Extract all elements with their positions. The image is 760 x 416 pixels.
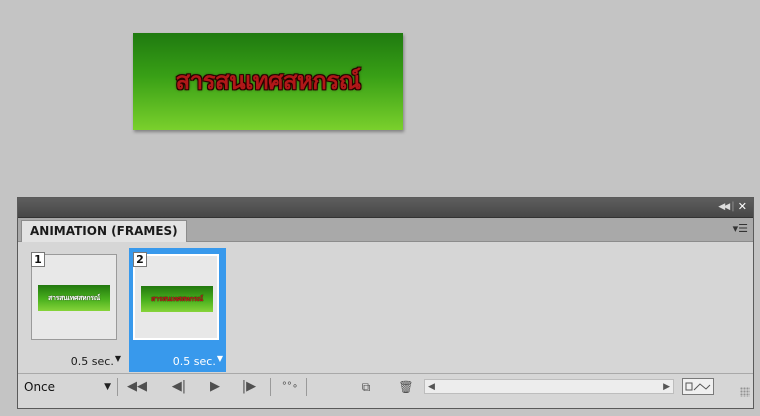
frame-delay-value[interactable]: 0.5 sec. — [173, 355, 216, 368]
play-icon[interactable]: ▶ — [207, 378, 223, 396]
frames-scrollbar[interactable]: ◀ ▶ — [424, 379, 674, 394]
scroll-left-icon[interactable]: ◀ — [428, 380, 435, 394]
duplicate-frame-icon[interactable]: ⧉ — [358, 378, 374, 396]
toolbar-divider — [117, 378, 118, 396]
frames-area: สารสนเทศสหกรณ์ 1 0.5 sec. ▼ สารสนเทศสหกร… — [18, 242, 753, 373]
frame-delay[interactable]: 0.5 sec. ▼ — [173, 354, 223, 368]
delay-dropdown-icon[interactable]: ▼ — [217, 354, 223, 363]
thumbnail-banner: สารสนเทศสหกรณ์ — [141, 286, 213, 312]
collapse-panel-icon[interactable]: ◀◀ — [718, 202, 730, 212]
panel-tab-row: ANIMATION (FRAMES) ▾☰ — [18, 218, 753, 242]
loop-options-select[interactable]: Once ▼ — [22, 377, 117, 397]
frame-delay-value[interactable]: 0.5 sec. — [71, 355, 114, 368]
banner-text: สารสนเทศสหกรณ์ — [175, 67, 361, 95]
thumbnail-text: สารสนเทศสหกรณ์ — [48, 293, 100, 302]
titlebar-controls: ◀◀ | ✕ — [718, 200, 747, 213]
frame-2[interactable]: สารสนเทศสหกรณ์ 2 0.5 sec. ▼ — [129, 248, 226, 372]
frame-number: 2 — [133, 252, 147, 267]
animation-panel: ◀◀ | ✕ ANIMATION (FRAMES) ▾☰ สารสนเทศสหก… — [17, 197, 754, 409]
thumbnail-banner: สารสนเทศสหกรณ์ — [38, 285, 110, 311]
next-frame-icon[interactable]: |▶ — [238, 378, 260, 396]
delete-frame-icon[interactable]: 🗑 — [398, 378, 414, 396]
chevron-down-icon[interactable]: ▼ — [104, 377, 111, 397]
timeline-glyph-icon — [685, 382, 711, 391]
scroll-right-icon[interactable]: ▶ — [663, 380, 670, 394]
resize-grip-icon[interactable] — [740, 387, 750, 397]
first-frame-icon[interactable]: ◀◀ — [126, 378, 148, 396]
delay-dropdown-icon[interactable]: ▼ — [115, 354, 121, 363]
tween-icon[interactable]: °°∘ — [278, 378, 302, 396]
panel-titlebar[interactable]: ◀◀ | ✕ — [18, 198, 753, 218]
panel-menu-icon[interactable]: ▾☰ — [733, 223, 748, 234]
animation-toolbar: Once ▼ ◀◀ ◀| ▶ |▶ °°∘ ⧉ 🗑 ◀ ▶ — [18, 373, 753, 400]
toolbar-divider — [306, 378, 307, 396]
frame-1[interactable]: สารสนเทศสหกรณ์ 1 0.5 sec. ▼ — [27, 248, 124, 372]
previous-frame-icon[interactable]: ◀| — [168, 378, 190, 396]
convert-to-timeline-icon[interactable] — [682, 378, 714, 395]
thumbnail-text: สารสนเทศสหกรณ์ — [151, 294, 203, 303]
loop-option-value[interactable]: Once — [24, 380, 55, 394]
frame-delay[interactable]: 0.5 sec. ▼ — [71, 354, 121, 368]
banner-layer: สารสนเทศสหกรณ์ — [133, 33, 403, 130]
toolbar-divider — [270, 378, 271, 396]
tab-animation-frames[interactable]: ANIMATION (FRAMES) — [21, 220, 187, 242]
frame-number: 1 — [31, 252, 45, 267]
close-icon[interactable]: ✕ — [738, 200, 747, 213]
titlebar-divider: | — [731, 201, 735, 212]
